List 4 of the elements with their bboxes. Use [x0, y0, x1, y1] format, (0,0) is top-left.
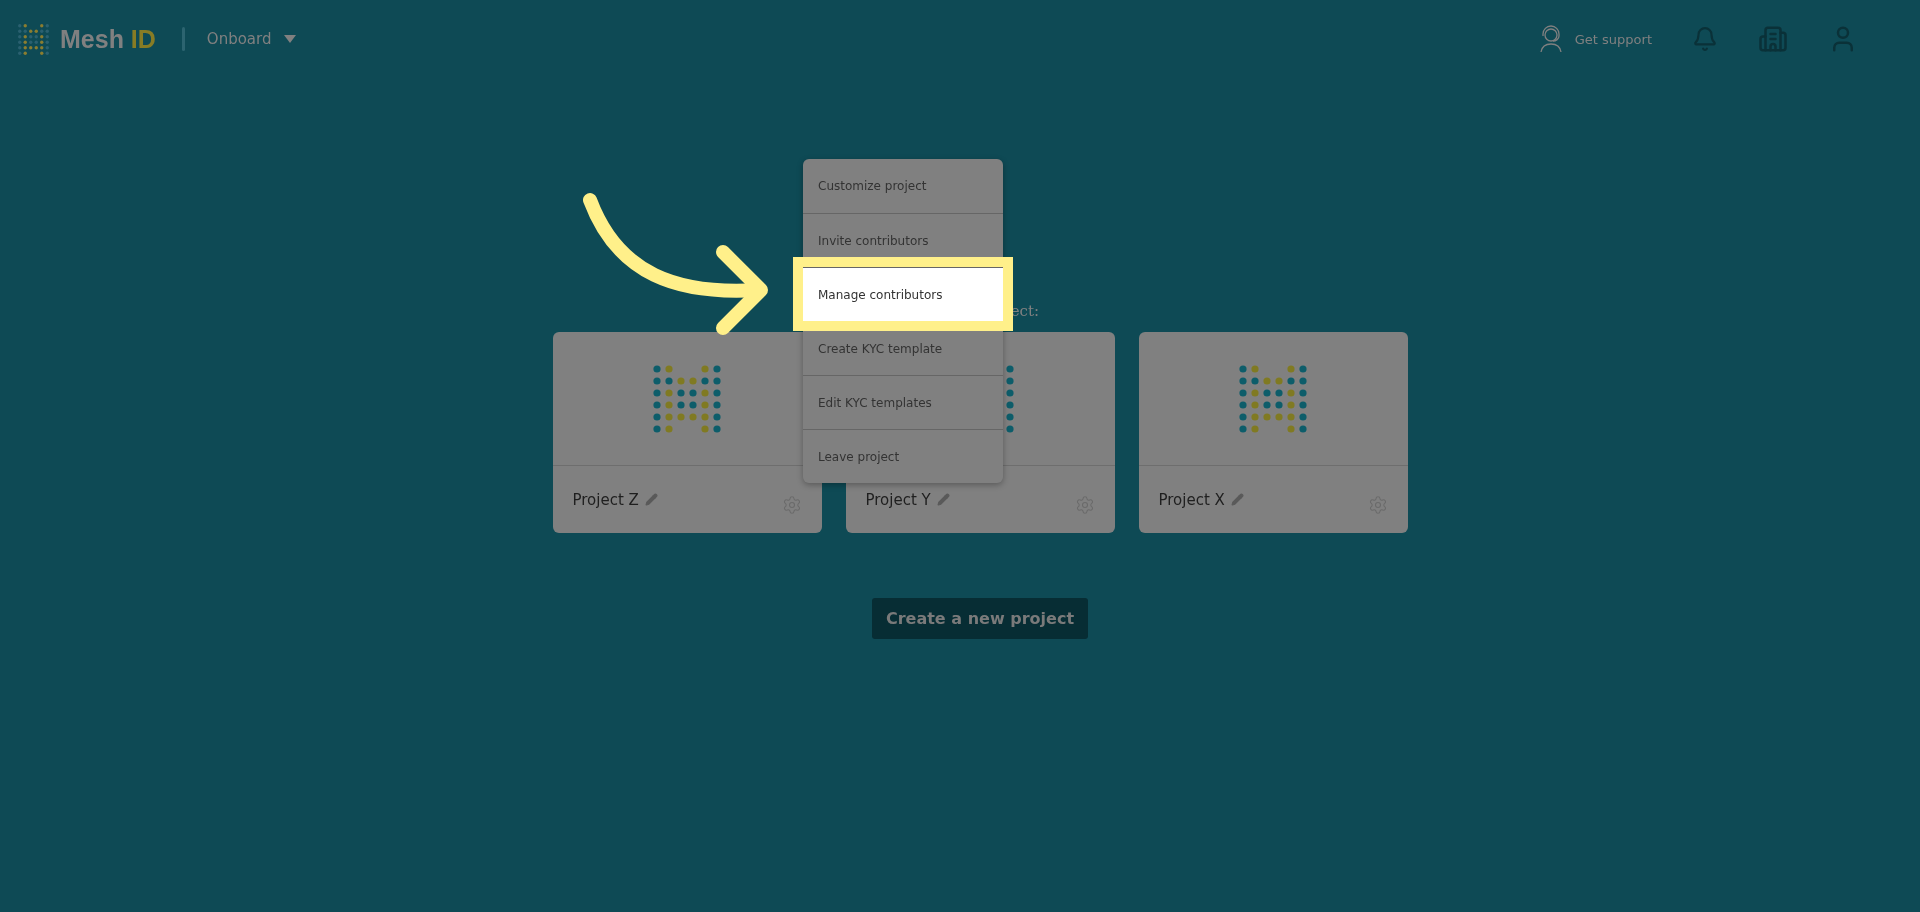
brand-name: Mesh ID — [60, 24, 156, 54]
project-name: Project Y — [865, 490, 931, 509]
project-name: Project Z — [572, 490, 639, 509]
project-name: Project X — [1158, 490, 1225, 509]
